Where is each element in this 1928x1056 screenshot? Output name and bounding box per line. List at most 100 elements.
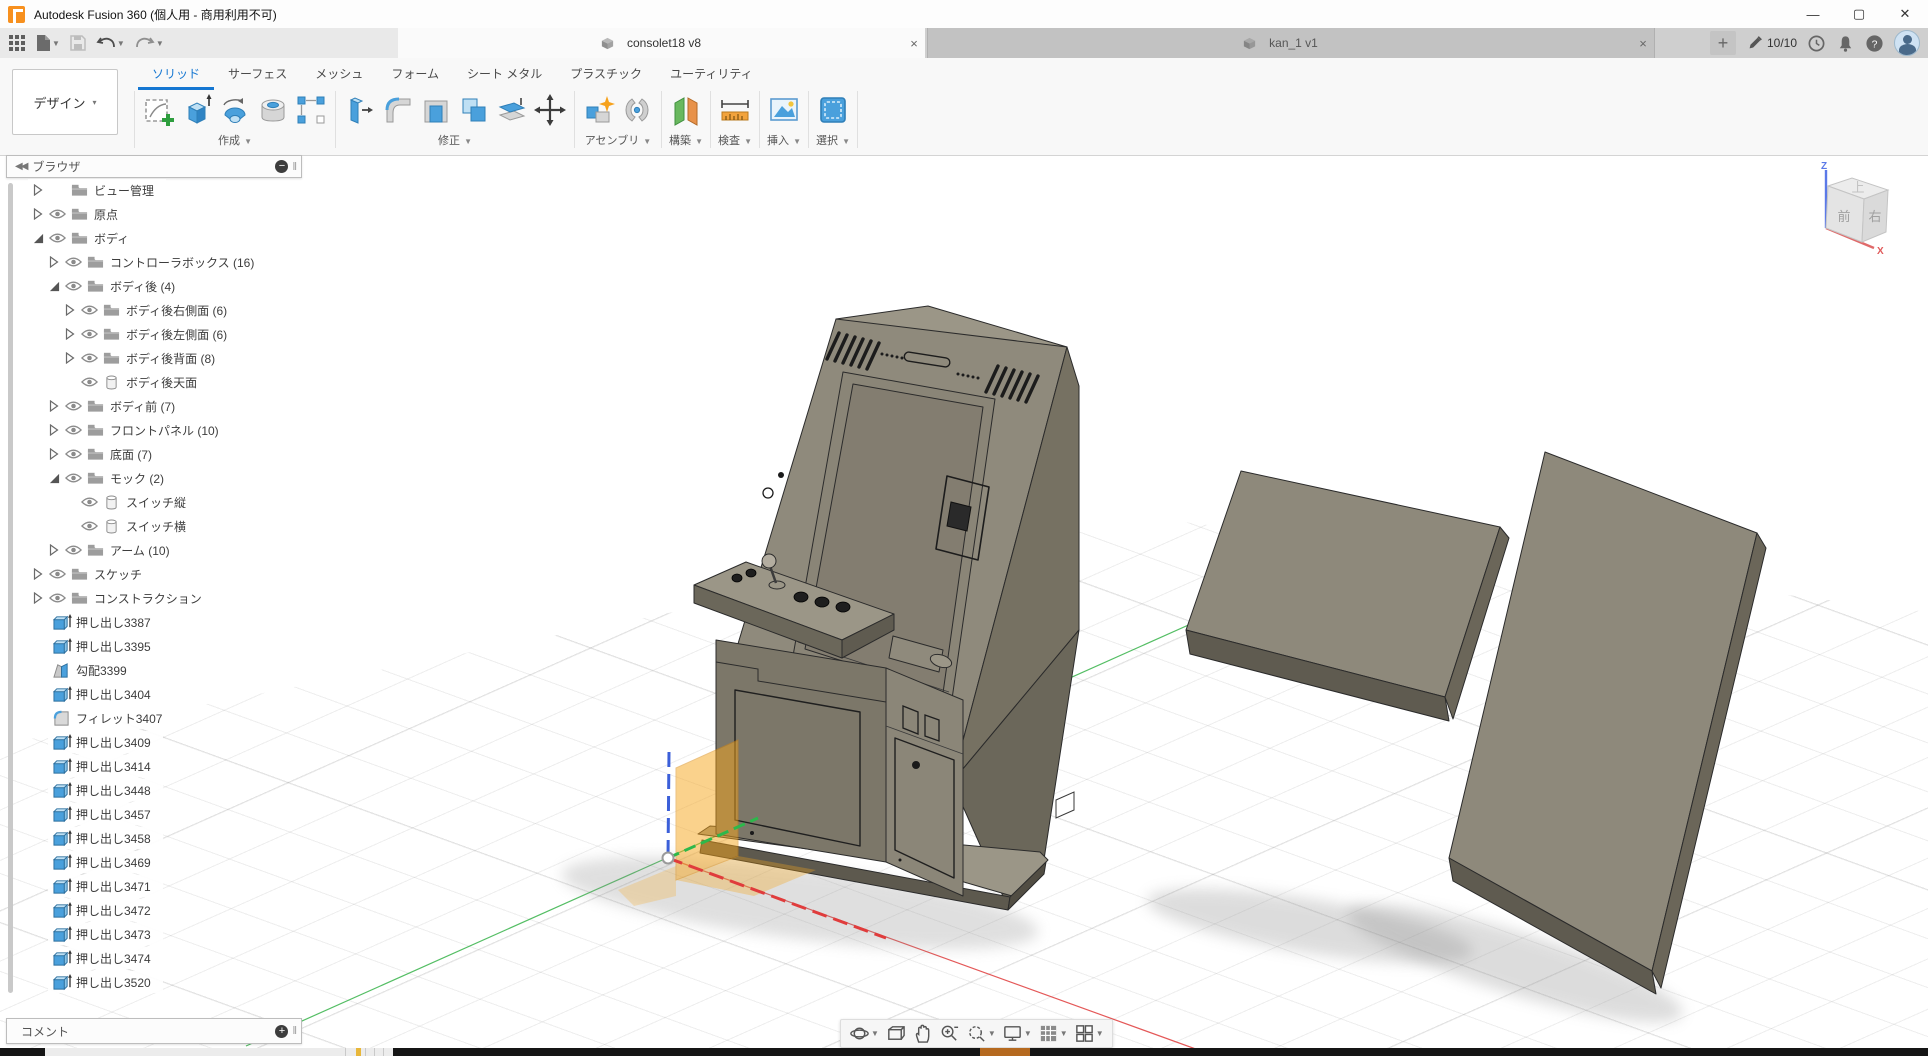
expand-arrow-icon[interactable] xyxy=(30,568,46,580)
browser-row[interactable]: コンストラクション xyxy=(28,587,214,609)
row-label: ボディ後天面 xyxy=(126,374,197,391)
zoom-icon[interactable] xyxy=(937,1022,962,1046)
browser-row[interactable]: ボディ後左側面 (6) xyxy=(60,323,239,345)
visibility-eye-icon[interactable] xyxy=(78,376,100,388)
visibility-eye-icon[interactable] xyxy=(62,424,84,436)
add-comment-icon[interactable]: + xyxy=(275,1025,288,1038)
expand-arrow-icon[interactable] xyxy=(46,256,62,268)
visibility-eye-icon[interactable] xyxy=(78,304,100,316)
visibility-eye-icon[interactable] xyxy=(78,328,100,340)
feature-row[interactable]: 押し出し3448 xyxy=(48,779,163,801)
feature-row[interactable]: 押し出し3387 xyxy=(48,611,163,633)
row-label: 押し出し3409 xyxy=(76,734,151,751)
feature-row[interactable]: 押し出し3414 xyxy=(48,755,163,777)
feature-row[interactable]: 押し出し3473 xyxy=(48,923,163,945)
grid-display-icon[interactable]: ▼ xyxy=(1036,1022,1070,1046)
feature-row[interactable]: 押し出し3409 xyxy=(48,731,163,753)
panel-grip[interactable]: ‖ xyxy=(292,161,297,173)
browser-row[interactable]: ボディ後天面 xyxy=(60,371,209,393)
viewports-icon[interactable]: ▼ xyxy=(1072,1022,1106,1046)
browser-row[interactable]: フロントパネル (10) xyxy=(44,419,231,441)
row-label: モック (2) xyxy=(110,470,164,487)
folder-icon xyxy=(68,183,90,197)
pan-icon[interactable] xyxy=(910,1022,935,1046)
expand-arrow-icon[interactable] xyxy=(46,448,62,460)
expand-arrow-icon[interactable] xyxy=(46,400,62,412)
body-cylinder-icon xyxy=(100,375,122,390)
browser-row[interactable]: スイッチ横 xyxy=(60,515,198,537)
folder-icon xyxy=(84,471,106,485)
fit-icon[interactable]: ▼ xyxy=(964,1022,998,1046)
feature-row[interactable]: 勾配3399 xyxy=(48,659,139,681)
browser-row[interactable]: コントローラボックス (16) xyxy=(44,251,266,273)
visibility-eye-icon[interactable] xyxy=(62,472,84,484)
collapse-arrow-icon[interactable] xyxy=(46,281,62,292)
visibility-eye-icon[interactable] xyxy=(46,568,68,580)
row-label: 押し出し3414 xyxy=(76,758,151,775)
extrude-feature-icon xyxy=(50,734,72,751)
browser-panel-header[interactable]: ◀◀ ブラウザ − ‖ xyxy=(6,155,302,178)
feature-row[interactable]: 押し出し3395 xyxy=(48,635,163,657)
expand-arrow-icon[interactable] xyxy=(30,208,46,220)
expand-arrow-icon[interactable] xyxy=(62,304,78,316)
browser-row[interactable]: ボディ xyxy=(28,227,141,249)
visibility-eye-icon[interactable] xyxy=(62,400,84,412)
extrude-feature-icon xyxy=(50,878,72,895)
viewcube[interactable]: Z X 前 右 上 xyxy=(1795,158,1928,273)
visibility-eye-icon[interactable] xyxy=(62,448,84,460)
extrude-feature-icon xyxy=(50,830,72,847)
display-settings-icon[interactable]: ▼ xyxy=(1000,1022,1034,1046)
expand-arrow-icon[interactable] xyxy=(30,592,46,604)
visibility-eye-icon[interactable] xyxy=(78,496,100,508)
expand-arrow-icon[interactable] xyxy=(46,544,62,556)
collapse-arrow-icon[interactable] xyxy=(46,473,62,484)
z-axis-dashed xyxy=(668,752,669,858)
browser-row[interactable]: ビュー管理 xyxy=(28,179,166,201)
visibility-eye-icon[interactable] xyxy=(46,592,68,604)
browser-row[interactable]: アーム (10) xyxy=(44,539,182,561)
folder-icon xyxy=(100,303,122,317)
expand-arrow-icon[interactable] xyxy=(62,328,78,340)
feature-row[interactable]: 押し出し3457 xyxy=(48,803,163,825)
visibility-eye-icon[interactable] xyxy=(46,208,68,220)
feature-row[interactable]: 押し出し3520 xyxy=(48,971,163,993)
visibility-eye-icon[interactable] xyxy=(78,520,100,532)
visibility-eye-icon[interactable] xyxy=(62,544,84,556)
feature-row[interactable]: 押し出し3458 xyxy=(48,827,163,849)
panel-grip[interactable]: ‖ xyxy=(292,1025,297,1037)
look-at-icon[interactable] xyxy=(883,1022,908,1046)
visibility-eye-icon[interactable] xyxy=(62,280,84,292)
comment-bar[interactable]: コメント + ‖ xyxy=(6,1018,302,1044)
feature-row[interactable]: 押し出し3471 xyxy=(48,875,163,897)
feature-row[interactable]: 押し出し3469 xyxy=(48,851,163,873)
collapse-panel-icon[interactable]: ◀◀ xyxy=(15,161,26,172)
folder-icon xyxy=(84,423,106,437)
visibility-eye-icon[interactable] xyxy=(46,232,68,244)
orbit-icon[interactable]: ▼ xyxy=(847,1022,881,1046)
browser-row[interactable]: ボディ後 (4) xyxy=(44,275,187,297)
feature-row[interactable]: 押し出し3404 xyxy=(48,683,163,705)
remove-panel-icon[interactable]: − xyxy=(275,160,288,173)
expand-arrow-icon[interactable] xyxy=(62,352,78,364)
collapse-arrow-icon[interactable] xyxy=(30,233,46,244)
timeline-playhead xyxy=(356,1048,361,1056)
browser-row[interactable]: スイッチ縦 xyxy=(60,491,198,513)
expand-arrow-icon[interactable] xyxy=(46,424,62,436)
browser-row[interactable]: 原点 xyxy=(28,203,130,225)
browser-row[interactable]: ボディ前 (7) xyxy=(44,395,187,417)
browser-row[interactable]: ボディ後右側面 (6) xyxy=(60,299,239,321)
browser-row[interactable]: 底面 (7) xyxy=(44,443,164,465)
feature-row[interactable]: フィレット3407 xyxy=(48,707,174,729)
expand-arrow-icon[interactable] xyxy=(30,184,46,196)
browser-row[interactable]: ボディ後背面 (8) xyxy=(60,347,227,369)
timeline-strip[interactable] xyxy=(0,1048,1928,1056)
feature-row[interactable]: 押し出し3472 xyxy=(48,899,163,921)
row-label: 押し出し3387 xyxy=(76,614,151,631)
feature-row[interactable]: 押し出し3474 xyxy=(48,947,163,969)
visibility-eye-icon[interactable] xyxy=(78,352,100,364)
browser-scrollbar[interactable] xyxy=(8,183,13,993)
browser-row[interactable]: モック (2) xyxy=(44,467,176,489)
origin-point[interactable] xyxy=(663,853,674,864)
visibility-eye-icon[interactable] xyxy=(62,256,84,268)
browser-row[interactable]: スケッチ xyxy=(28,563,154,585)
